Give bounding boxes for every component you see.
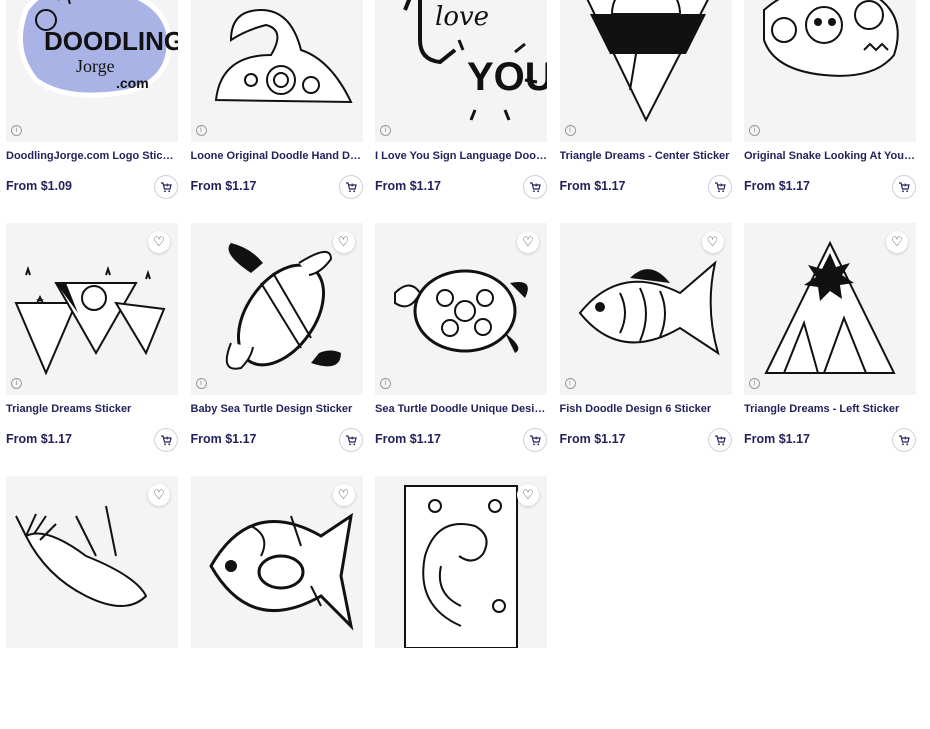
- product-card-snake[interactable]: ♡ i Original Snake Looking At You S... F…: [744, 0, 916, 223]
- product-thumbnail[interactable]: ♡ i: [190, 476, 363, 648]
- product-price: From $1.17: [559, 179, 626, 193]
- product-price: From $1.17: [375, 179, 442, 193]
- product-price: From $1.17: [375, 432, 442, 446]
- product-thumbnail[interactable]: ♡ i: [6, 223, 178, 395]
- product-title[interactable]: Triangle Dreams - Center Sticker: [560, 150, 732, 162]
- info-icon[interactable]: i: [195, 125, 207, 136]
- product-thumbnail[interactable]: ♡ i: [559, 0, 732, 142]
- add-to-cart-icon[interactable]: [523, 175, 547, 199]
- product-thumbnail[interactable]: ♡ i: [559, 223, 732, 395]
- product-thumbnail[interactable]: loveYOU ♡ i: [375, 0, 547, 142]
- product-thumbnail[interactable]: ♡ i: [190, 0, 363, 142]
- product-title[interactable]: Loone Original Doodle Hand Dra...: [191, 150, 363, 162]
- info-icon[interactable]: i: [195, 378, 207, 389]
- product-price: From $1.17: [190, 432, 257, 446]
- you-text: YOU: [467, 55, 547, 99]
- product-card-triangle-left[interactable]: ♡ i Triangle Dreams - Left Sticker From …: [744, 223, 916, 476]
- product-title[interactable]: Sea Turtle Doodle Unique Desig...: [375, 403, 547, 415]
- heart-icon[interactable]: ♡: [148, 484, 170, 506]
- info-icon[interactable]: i: [749, 378, 760, 389]
- logo-line1: DOODLING: [44, 26, 178, 56]
- product-card-duck[interactable]: ♡ i Loone Original Doodle Hand Dra... Fr…: [190, 0, 363, 223]
- product-price: From $1.17: [190, 179, 257, 193]
- product-card-triangle-center[interactable]: ♡ i Triangle Dreams - Center Sticker Fro…: [559, 0, 732, 223]
- product-price: From $1.17: [744, 432, 811, 446]
- add-to-cart-icon[interactable]: [892, 175, 916, 199]
- product-thumbnail[interactable]: ♡ i: [6, 476, 178, 648]
- heart-icon[interactable]: ♡: [517, 231, 539, 253]
- product-thumbnail[interactable]: ♡ i: [744, 0, 916, 142]
- add-to-cart-icon[interactable]: [707, 428, 732, 452]
- product-title[interactable]: DoodlingJorge.com Logo Sticker: [6, 150, 178, 162]
- info-icon[interactable]: i: [749, 125, 760, 136]
- info-icon[interactable]: i: [564, 125, 576, 136]
- love-text: love: [435, 2, 489, 32]
- product-card-logo[interactable]: DOODLINGJorge.com ♡ i DoodlingJorge.com …: [6, 0, 178, 223]
- add-to-cart-icon[interactable]: [707, 175, 732, 199]
- product-title[interactable]: Original Snake Looking At You S...: [744, 150, 916, 162]
- add-to-cart-icon[interactable]: [338, 428, 363, 452]
- product-card-whale[interactable]: ♡ i: [6, 476, 178, 729]
- product-thumbnail[interactable]: ♡ i: [375, 476, 547, 648]
- product-title[interactable]: I Love You Sign Language Doodl...: [375, 150, 547, 162]
- logo-line2: Jorge: [76, 56, 115, 76]
- info-icon[interactable]: i: [380, 378, 391, 389]
- heart-icon[interactable]: ♡: [332, 484, 355, 506]
- product-card-seaturtle[interactable]: ♡ i Sea Turtle Doodle Unique Desig... Fr…: [375, 223, 547, 476]
- product-thumbnail[interactable]: ♡ i: [744, 223, 916, 395]
- heart-icon[interactable]: ♡: [701, 231, 724, 253]
- add-to-cart-icon[interactable]: [338, 175, 363, 199]
- add-to-cart-icon[interactable]: [523, 428, 547, 452]
- product-title[interactable]: Baby Sea Turtle Design Sticker: [191, 403, 363, 415]
- info-icon[interactable]: i: [380, 125, 391, 136]
- add-to-cart-icon[interactable]: [154, 428, 178, 452]
- product-price: From $1.09: [6, 179, 73, 193]
- product-thumbnail[interactable]: ♡ i: [375, 223, 547, 395]
- product-card-turtle[interactable]: ♡ i Baby Sea Turtle Design Sticker From …: [190, 223, 363, 476]
- heart-icon[interactable]: ♡: [148, 231, 170, 253]
- logo-line3: .com: [116, 75, 149, 91]
- product-title[interactable]: Triangle Dreams - Left Sticker: [744, 403, 916, 415]
- product-title[interactable]: Fish Doodle Design 6 Sticker: [560, 403, 732, 415]
- info-icon[interactable]: i: [564, 378, 576, 389]
- product-card-paisley[interactable]: ♡ i: [375, 476, 547, 729]
- heart-icon[interactable]: ♡: [332, 231, 355, 253]
- product-thumbnail[interactable]: ♡ i: [190, 223, 363, 395]
- add-to-cart-icon[interactable]: [154, 175, 178, 199]
- heart-icon[interactable]: ♡: [886, 231, 908, 253]
- add-to-cart-icon[interactable]: [892, 428, 916, 452]
- info-icon[interactable]: i: [11, 125, 22, 136]
- product-card-triangles[interactable]: ♡ i Triangle Dreams Sticker From $1.17: [6, 223, 178, 476]
- product-card-fish[interactable]: ♡ i Fish Doodle Design 6 Sticker From $1…: [559, 223, 732, 476]
- heart-icon[interactable]: ♡: [517, 484, 539, 506]
- product-card-loveyou[interactable]: loveYOU ♡ i I Love You Sign Language Doo…: [375, 0, 547, 223]
- product-card-fish2[interactable]: ♡ i: [190, 476, 363, 729]
- product-title[interactable]: Triangle Dreams Sticker: [6, 403, 178, 415]
- product-price: From $1.17: [559, 432, 626, 446]
- product-thumbnail[interactable]: DOODLINGJorge.com ♡ i: [6, 0, 178, 142]
- product-price: From $1.17: [6, 432, 73, 446]
- product-price: From $1.17: [744, 179, 811, 193]
- info-icon[interactable]: i: [11, 378, 22, 389]
